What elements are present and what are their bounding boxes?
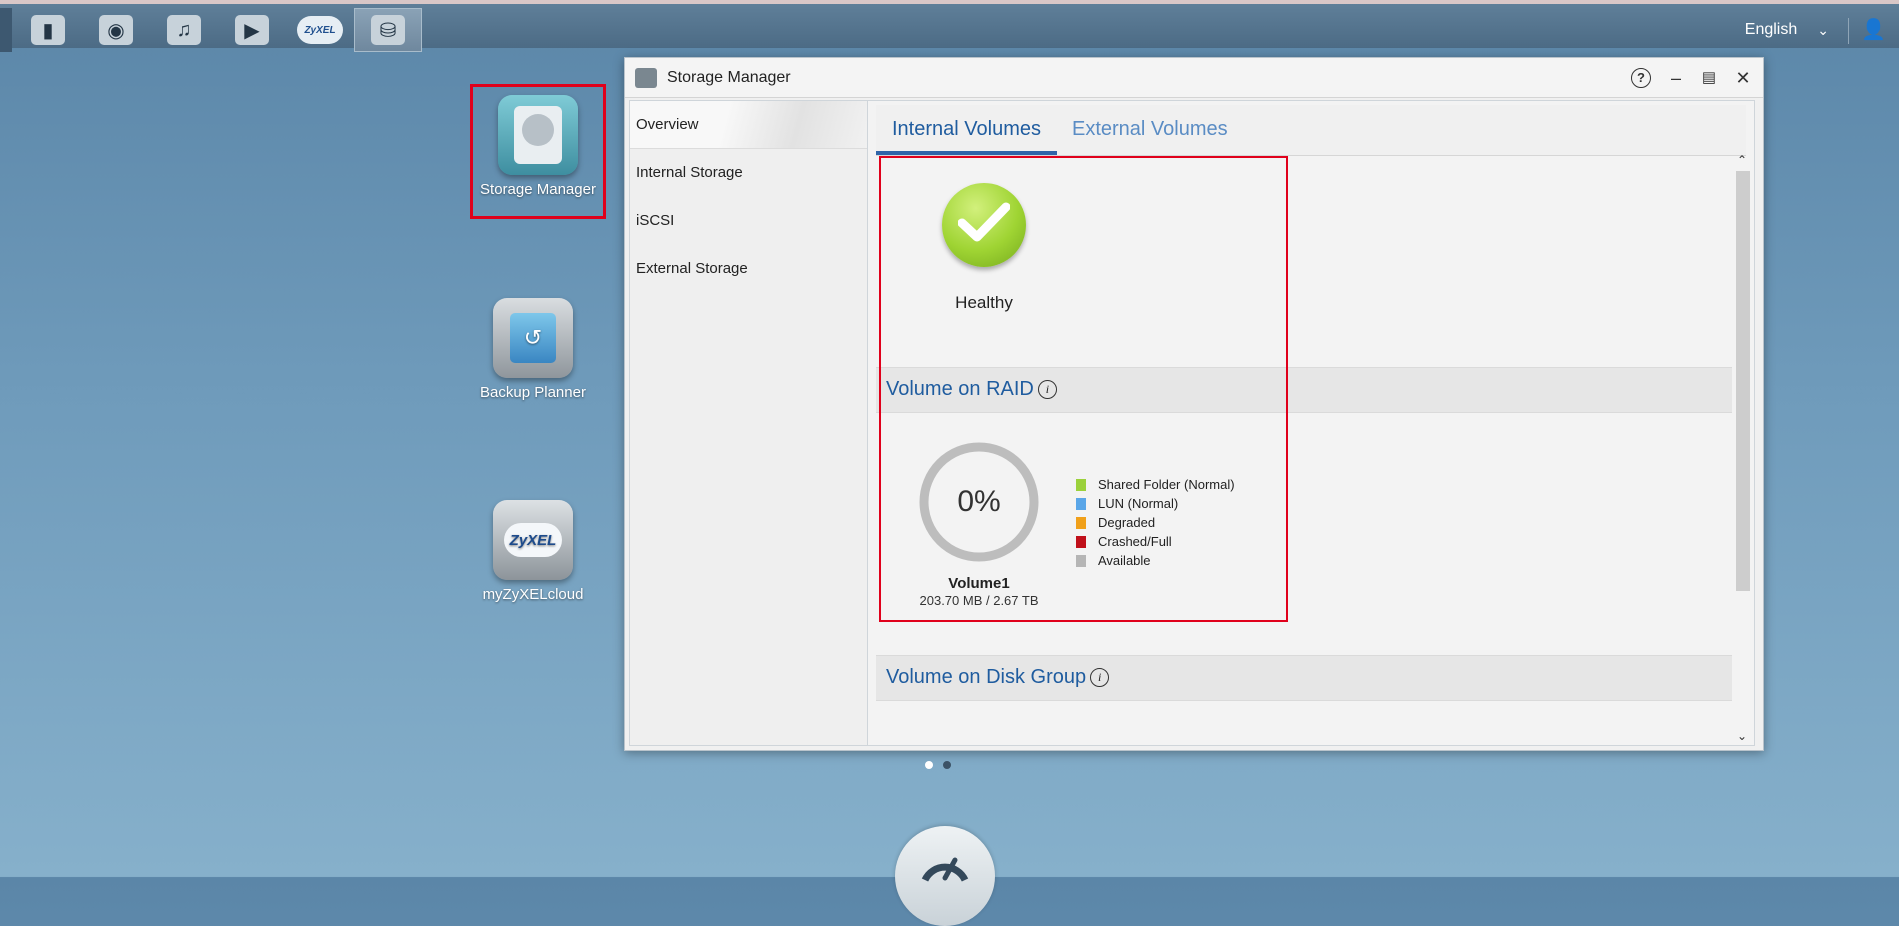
legend-swatch [1076, 535, 1086, 548]
tab-internal-volumes[interactable]: Internal Volumes [876, 105, 1057, 155]
cloud-icon: ZyXEL [493, 500, 573, 580]
storage-manager-icon: ⛁ [371, 15, 405, 45]
music-player-icon: ♫ [167, 15, 201, 45]
dashboard-button[interactable] [895, 826, 995, 926]
section-title: Volume on RAID i [886, 378, 1057, 401]
maximize-icon[interactable]: ▤ [1698, 67, 1720, 89]
section-volume-on-raid: Volume on RAID i [876, 367, 1732, 413]
taskbar-file-browser[interactable]: ▮ [14, 8, 82, 52]
desktop-icon-backup-planner[interactable]: ↺ Backup Planner [468, 298, 598, 401]
volume-size: 203.70 MB / 2.67 TB [919, 593, 1039, 608]
taskbar-divider [1848, 18, 1849, 44]
help-icon[interactable]: ? [1631, 68, 1651, 88]
nav-item-iscsi[interactable]: iSCSI [630, 197, 867, 245]
nav-item-external-storage[interactable]: External Storage [630, 245, 867, 293]
file-browser-icon: ▮ [31, 15, 65, 45]
page-dot[interactable] [925, 761, 933, 769]
content-scrollbar[interactable]: ⌃ ⌄ [1734, 153, 1750, 743]
zyxel-cloud-icon: ZyXEL [297, 16, 343, 44]
legend-swatch [1076, 516, 1086, 529]
taskbar-video[interactable]: ▶ [218, 8, 286, 52]
photo-camera-icon: ◉ [99, 15, 133, 45]
minimize-icon[interactable]: – [1665, 67, 1687, 89]
taskbar-zyxel-cloud[interactable]: ZyXEL [286, 8, 354, 52]
taskbar-music[interactable]: ♫ [150, 8, 218, 52]
desktop-icon-myzyxelcloud[interactable]: ZyXEL myZyXELcloud [468, 500, 598, 603]
usage-percent: 0% [957, 485, 1001, 518]
section-volume-on-disk-group: Volume on Disk Group i [876, 655, 1732, 701]
legend-item: Available [1076, 551, 1235, 570]
raid-volume: 0% Volume1 203.70 MB / 2.67 TB Shared Fo… [876, 415, 1732, 635]
health-label: Healthy [955, 293, 1013, 312]
user-icon[interactable]: 👤 [1861, 18, 1886, 42]
info-icon[interactable]: i [1090, 668, 1110, 688]
taskbar: ▮ ◉ ♫ ▶ ZyXEL ⛁ English ⌄ 👤 [0, 0, 1899, 52]
legend-swatch [1076, 497, 1086, 510]
health-status: Healthy [876, 157, 1732, 367]
storage-manager-window: Storage Manager ? – ▤ ✕ Overview Interna… [624, 57, 1764, 751]
backup-icon: ↺ [493, 298, 573, 378]
window-body: Overview Internal Storage iSCSI External… [629, 100, 1755, 746]
legend-item: Shared Folder (Normal) [1076, 475, 1235, 494]
language-label: English [1744, 21, 1798, 38]
volume-name[interactable]: Volume1 [904, 575, 1054, 592]
video-player-icon: ▶ [235, 15, 269, 45]
usage-legend: Shared Folder (Normal) LUN (Normal) Degr… [1076, 475, 1235, 570]
legend-item: Degraded [1076, 513, 1235, 532]
legend-item: LUN (Normal) [1076, 494, 1235, 513]
info-icon[interactable]: i [1037, 380, 1057, 400]
hard-drive-icon [498, 95, 578, 175]
chevron-up-icon[interactable]: ⌃ [1734, 153, 1750, 167]
legend-swatch [1076, 554, 1086, 567]
desktop-icon-label: myZyXELcloud [482, 586, 584, 603]
nav-item-internal-storage[interactable]: Internal Storage [630, 149, 867, 197]
dashboard-icon [921, 857, 969, 882]
taskbar-photo[interactable]: ◉ [82, 8, 150, 52]
desktop-pager [925, 761, 951, 769]
side-navigation: Overview Internal Storage iSCSI External… [630, 101, 868, 745]
desktop-icon-label: Storage Manager [480, 181, 596, 198]
scrollbar-thumb[interactable] [1736, 171, 1750, 591]
desktop-icon-storage-manager[interactable]: Storage Manager [470, 84, 606, 219]
desktop-icon-label: Backup Planner [480, 384, 586, 401]
window-titlebar[interactable]: Storage Manager ? – ▤ ✕ [625, 58, 1763, 98]
legend-item: Crashed/Full [1076, 532, 1235, 551]
legend-swatch [1076, 478, 1086, 491]
section-title: Volume on Disk Group i [886, 666, 1110, 689]
window-title: Storage Manager [667, 69, 791, 86]
overview-content: Healthy Volume on RAID i 0% Volume1 203.7… [876, 157, 1732, 743]
check-icon [942, 183, 1026, 267]
chevron-down-icon: ⌄ [1817, 21, 1829, 38]
taskbar-storage-manager[interactable]: ⛁ [354, 8, 422, 52]
tab-external-volumes[interactable]: External Volumes [1056, 105, 1244, 155]
storage-manager-icon [635, 68, 657, 88]
language-selector[interactable]: English ⌄ [1745, 8, 1829, 52]
main-panel: Internal Volumes External Volumes Health… [868, 101, 1754, 745]
taskbar-apps: ▮ ◉ ♫ ▶ ZyXEL ⛁ [14, 8, 422, 52]
nav-item-overview[interactable]: Overview [630, 101, 867, 149]
volume-tabs: Internal Volumes External Volumes [876, 105, 1746, 156]
page-dot[interactable] [943, 761, 951, 769]
close-icon[interactable]: ✕ [1732, 67, 1754, 89]
chevron-down-icon[interactable]: ⌄ [1734, 729, 1750, 743]
taskbar-edge [0, 8, 12, 52]
